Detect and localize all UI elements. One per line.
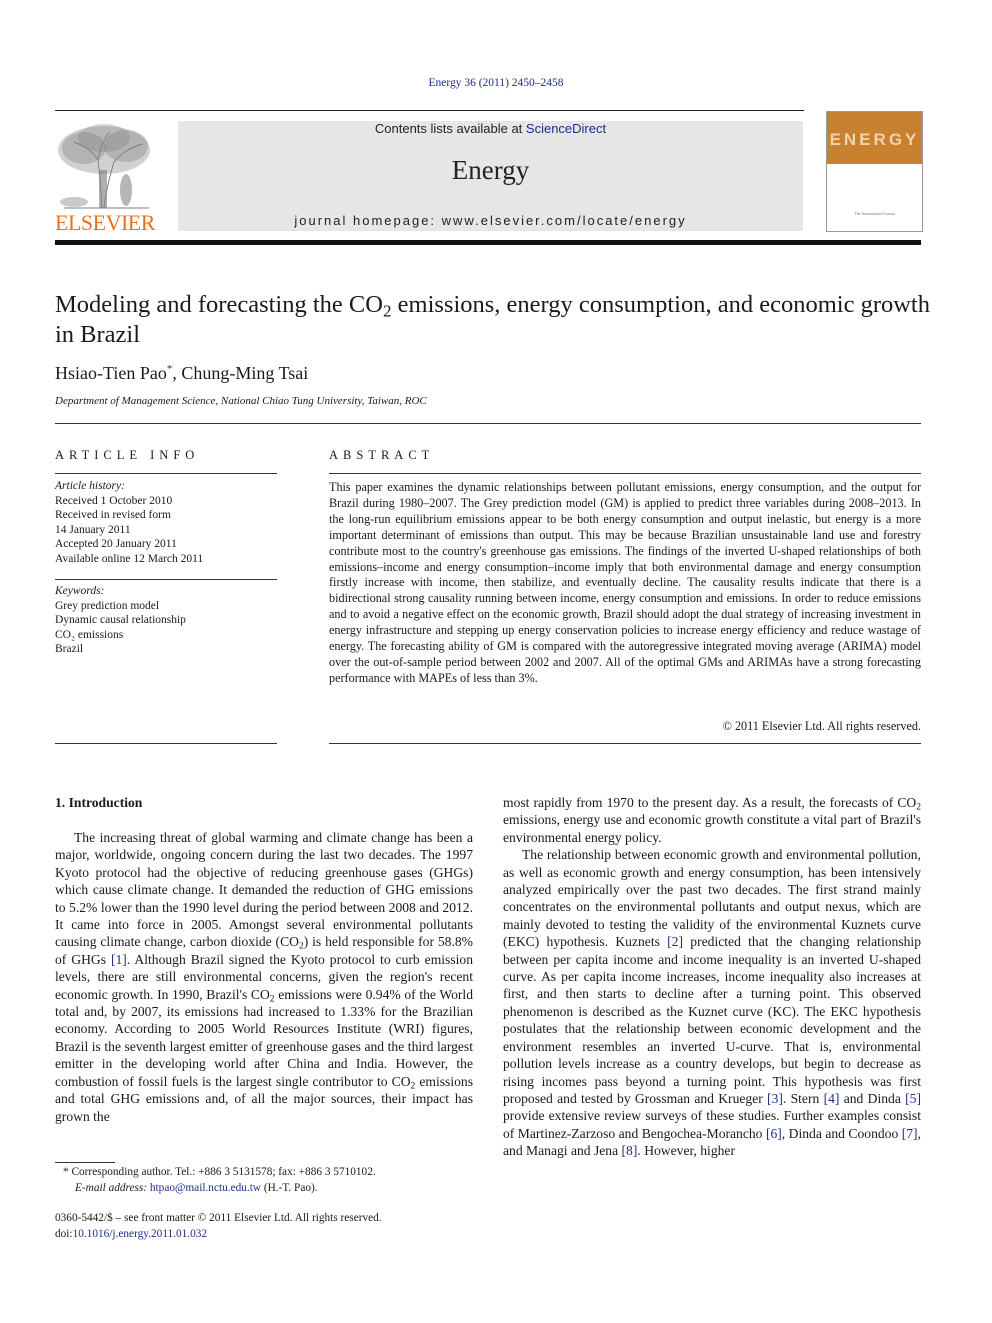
journal-banner: Contents lists available at ScienceDirec… bbox=[178, 121, 803, 231]
email-link[interactable]: htpao@mail.nctu.edu.tw bbox=[150, 1182, 261, 1194]
affiliation: Department of Management Science, Nation… bbox=[55, 395, 427, 407]
history-item: Received 1 October 2010 bbox=[55, 494, 173, 507]
email-suffix: (H.-T. Pao). bbox=[261, 1181, 318, 1194]
body-column-left: The increasing threat of global warming … bbox=[55, 829, 473, 1125]
divider bbox=[329, 743, 921, 744]
divider bbox=[55, 423, 921, 424]
email-label: E-mail address: bbox=[75, 1181, 150, 1194]
article-history: Article history: Received 1 October 2010… bbox=[55, 479, 203, 566]
history-item: Received in revised form bbox=[55, 509, 171, 521]
title-subscript: 2 bbox=[382, 301, 392, 321]
section-heading-introduction: 1. Introduction bbox=[55, 795, 143, 810]
author-name: Hsiao-Tien Pao bbox=[55, 363, 167, 383]
cover-caption: The International Journal bbox=[854, 211, 895, 216]
body-column-right: most rapidly from 1970 to the present da… bbox=[503, 794, 921, 1160]
citation-link[interactable]: [8] bbox=[622, 1143, 638, 1158]
issn-line: 0360-5442/$ – see front matter © 2011 El… bbox=[55, 1212, 382, 1224]
contents-prefix: Contents lists available at bbox=[374, 121, 526, 136]
elsevier-wordmark: ELSEVIER bbox=[55, 210, 155, 235]
author-list: Hsiao-Tien Pao*, Chung-Ming Tsai bbox=[55, 363, 308, 384]
cover-orange-band: ENERGY bbox=[827, 112, 922, 164]
footnote-text: Corresponding author. Tel.: +886 3 51315… bbox=[68, 1166, 376, 1178]
author-separator: , bbox=[172, 363, 182, 383]
article-info-heading: ARTICLE INFO bbox=[55, 448, 200, 462]
citation-link[interactable]: [4] bbox=[824, 1091, 840, 1106]
front-matter: 0360-5442/$ – see front matter © 2011 El… bbox=[55, 1211, 382, 1242]
keyword-item: Grey prediction model bbox=[55, 599, 160, 612]
footnote-rule bbox=[55, 1162, 115, 1163]
body-paragraph: The relationship between economic growth… bbox=[503, 847, 922, 1159]
keywords-label: Keywords: bbox=[55, 585, 105, 597]
corresponding-author-footnote: * Corresponding author. Tel.: +886 3 513… bbox=[55, 1165, 376, 1196]
abstract-text: This paper examines the dynamic relation… bbox=[329, 480, 921, 685]
header-thick-rule bbox=[55, 240, 921, 245]
citation-link[interactable]: [1] bbox=[111, 952, 127, 967]
keyword-item: CO₂ emissions bbox=[55, 628, 124, 641]
citation-link[interactable]: [2] bbox=[667, 934, 683, 949]
title-text: Modeling and forecasting the CO bbox=[55, 291, 383, 318]
author-name: Chung-Ming Tsai bbox=[181, 363, 309, 383]
divider bbox=[55, 743, 277, 744]
history-item: Accepted 20 January 2011 bbox=[55, 538, 177, 550]
cover-title: ENERGY bbox=[829, 130, 920, 149]
citation-link[interactable]: [5] bbox=[905, 1091, 921, 1106]
citation-link[interactable]: [7] bbox=[902, 1126, 918, 1141]
article-title: Modeling and forecasting the CO2 emissio… bbox=[55, 290, 935, 350]
citation-link[interactable]: [6] bbox=[766, 1126, 782, 1141]
journal-cover-thumbnail[interactable]: ENERGY The International Journal bbox=[826, 111, 923, 232]
contents-available-line: Contents lists available at ScienceDirec… bbox=[178, 121, 803, 136]
keyword-item: Dynamic causal relationship bbox=[55, 614, 186, 626]
sciencedirect-link[interactable]: ScienceDirect bbox=[526, 121, 606, 136]
history-item: 14 January 2011 bbox=[55, 523, 131, 536]
journal-homepage-link[interactable]: journal homepage: www.elsevier.com/locat… bbox=[178, 213, 803, 228]
body-paragraph: The increasing threat of global warming … bbox=[55, 830, 473, 1124]
keywords: Keywords: Grey prediction model Dynamic … bbox=[55, 584, 186, 657]
journal-citation-link[interactable]: Energy 36 (2011) 2450–2458 bbox=[0, 77, 992, 89]
divider bbox=[329, 473, 921, 474]
header-rule bbox=[55, 110, 804, 111]
divider bbox=[55, 579, 277, 580]
doi-label: doi: bbox=[55, 1227, 73, 1240]
doi-link[interactable]: 10.1016/j.energy.2011.01.032 bbox=[73, 1228, 208, 1240]
abstract-heading: ABSTRACT bbox=[329, 448, 435, 462]
keyword-item: Brazil bbox=[55, 643, 84, 655]
journal-name: Energy bbox=[451, 155, 530, 185]
citation-link[interactable]: [3] bbox=[767, 1091, 783, 1106]
history-item: Available online 12 March 2011 bbox=[55, 552, 204, 565]
abstract-copyright: © 2011 Elsevier Ltd. All rights reserved… bbox=[722, 719, 921, 733]
history-label: Article history: bbox=[55, 480, 125, 492]
body-paragraph: most rapidly from 1970 to the present da… bbox=[503, 795, 921, 845]
divider bbox=[55, 473, 277, 474]
